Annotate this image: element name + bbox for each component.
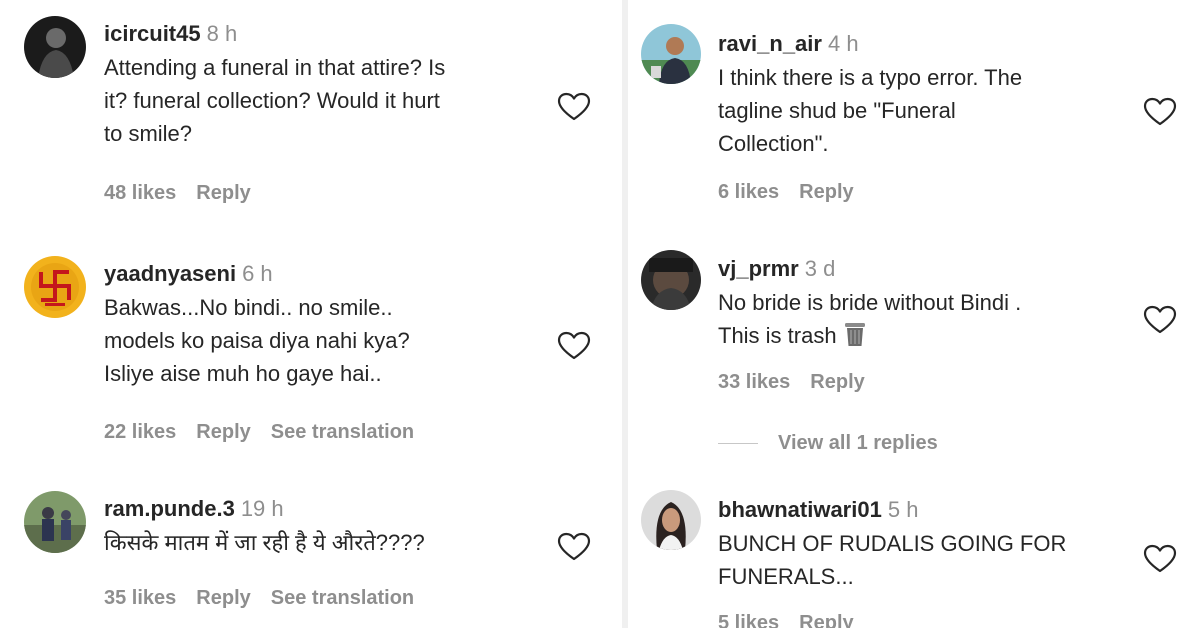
comment-text: I think there is a typo error. The tagli… [718, 65, 1023, 156]
timestamp[interactable]: 5 h [888, 497, 919, 522]
heart-icon[interactable] [1143, 97, 1177, 127]
likes-count[interactable]: 48 likes [104, 182, 176, 204]
comment-text: No bride is bride without Bindi . This i… [718, 286, 1138, 352]
comments-panel-left: icircuit45 8 h Attending a funeral in tha… [0, 0, 622, 628]
comment-item: bhawnatiwari01 5 h BUNCH OF RUDALIS GOING… [628, 480, 1200, 628]
wastebasket-icon [844, 323, 865, 346]
username[interactable]: ram.punde.3 [104, 496, 235, 521]
see-translation-button[interactable]: See translation [271, 421, 414, 443]
username[interactable]: ravi_n_air [718, 31, 822, 56]
comments-panel-right: ravi_n_air 4 h I think there is a typo er… [628, 0, 1200, 628]
likes-count[interactable]: 5 likes [718, 612, 779, 628]
reply-button[interactable]: Reply [196, 421, 250, 443]
comment-text: Attending a funeral in that attire? Is i… [104, 55, 446, 146]
reply-button[interactable]: Reply [799, 181, 853, 203]
avatar[interactable] [24, 256, 86, 318]
username[interactable]: bhawnatiwari01 [718, 497, 882, 522]
heart-icon[interactable] [557, 331, 591, 361]
likes-count[interactable]: 33 likes [718, 371, 790, 393]
see-translation-button[interactable]: See translation [271, 587, 414, 609]
replies-divider [718, 443, 758, 445]
timestamp[interactable]: 4 h [828, 31, 859, 56]
username[interactable]: yaadnyaseni [104, 261, 236, 286]
comment-item: icircuit45 8 h Attending a funeral in tha… [0, 0, 622, 230]
comment-text: BUNCH OF RUDALIS GOING FOR FUNERALS... [718, 531, 1067, 589]
timestamp[interactable]: 6 h [242, 261, 273, 286]
username[interactable]: vj_prmr [718, 256, 799, 281]
reply-button[interactable]: Reply [799, 612, 853, 628]
heart-icon[interactable] [557, 92, 591, 122]
view-replies-label[interactable]: View all 1 replies [778, 432, 938, 454]
timestamp[interactable]: 19 h [241, 496, 284, 521]
avatar[interactable] [24, 491, 86, 553]
likes-count[interactable]: 22 likes [104, 421, 176, 443]
likes-count[interactable]: 35 likes [104, 587, 176, 609]
timestamp[interactable]: 8 h [207, 21, 238, 46]
username[interactable]: icircuit45 [104, 21, 201, 46]
comment-item: yaadnyaseni 6 h Bakwas...No bindi.. no sm… [0, 240, 622, 470]
likes-count[interactable]: 6 likes [718, 181, 779, 203]
heart-icon[interactable] [557, 532, 591, 562]
avatar[interactable] [641, 250, 701, 310]
comment-text: किसके मातम में जा रही है ये औरते???? [104, 530, 425, 555]
heart-icon[interactable] [1143, 305, 1177, 335]
reply-button[interactable]: Reply [810, 371, 864, 393]
comment-item: ravi_n_air 4 h I think there is a typo er… [628, 0, 1200, 230]
comment-text-line: No bride is bride without Bindi . [718, 290, 1022, 315]
timestamp[interactable]: 3 d [805, 256, 836, 281]
avatar[interactable] [24, 16, 86, 78]
comment-text: Bakwas...No bindi.. no smile.. models ko… [104, 295, 410, 386]
comment-item: ram.punde.3 19 h किसके मातम में जा रही है… [0, 475, 622, 628]
avatar[interactable] [641, 490, 701, 550]
reply-button[interactable]: Reply [196, 182, 250, 204]
view-replies-button[interactable]: View all 1 replies [718, 432, 938, 455]
comment-text-line: This is trash [718, 323, 837, 348]
comment-item: vj_prmr 3 d No bride is bride without Bin… [628, 240, 1200, 470]
avatar[interactable] [641, 24, 701, 84]
heart-icon[interactable] [1143, 544, 1177, 574]
reply-button[interactable]: Reply [196, 587, 250, 609]
